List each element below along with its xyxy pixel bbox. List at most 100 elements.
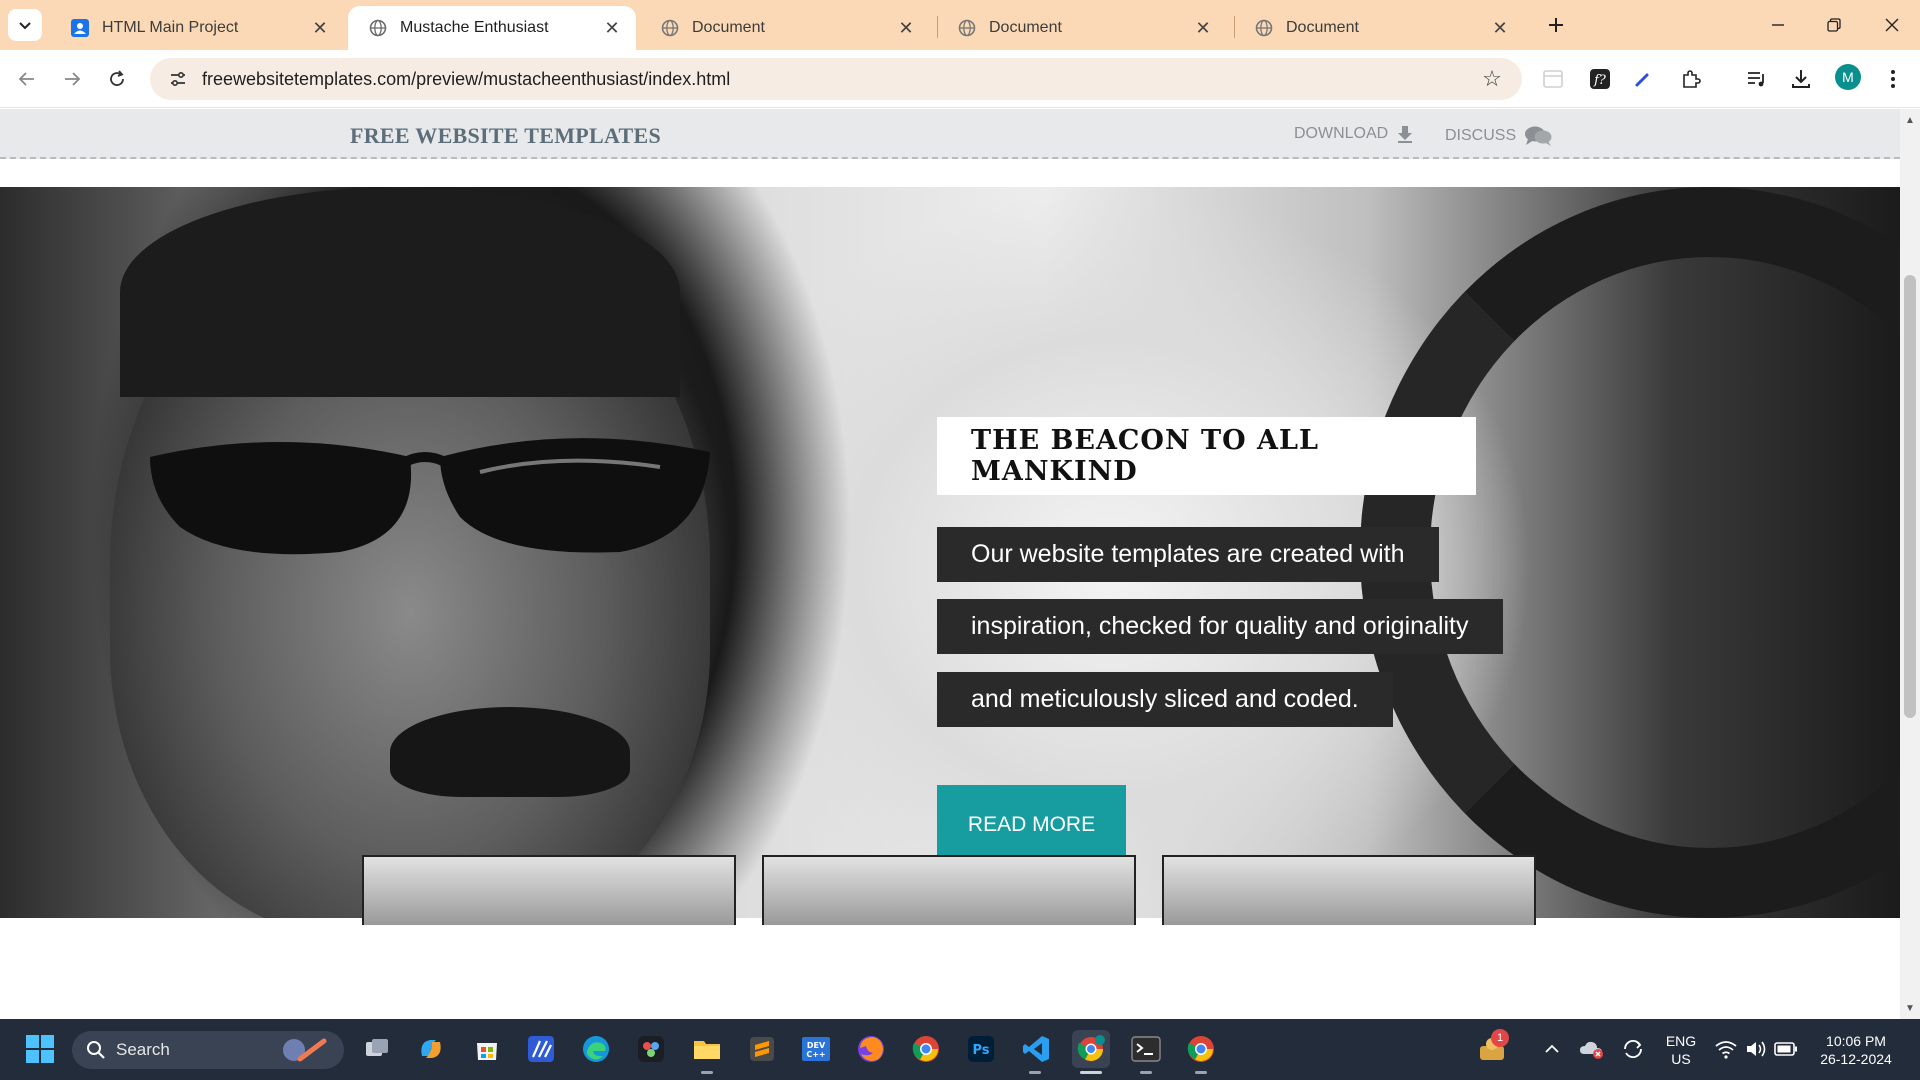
close-window-button[interactable]: [1864, 0, 1920, 50]
plus-icon: [1549, 18, 1563, 32]
sublime-text-icon[interactable]: [743, 1030, 781, 1068]
reload-button[interactable]: [100, 62, 134, 96]
thumbnail-3[interactable]: [1162, 855, 1536, 925]
chrome-icon[interactable]: [907, 1030, 945, 1068]
new-tab-button[interactable]: [1541, 10, 1571, 40]
thumbnail-2[interactable]: [762, 855, 1136, 925]
clock[interactable]: 10:06 PM 26-12-2024: [1812, 1019, 1900, 1080]
tab-html-main-project[interactable]: HTML Main Project ✕: [50, 6, 344, 50]
thumbnail-1[interactable]: [362, 855, 736, 925]
clock-time: 10:06 PM: [1826, 1032, 1886, 1049]
tab-label: HTML Main Project: [102, 19, 239, 36]
battery-icon[interactable]: [1767, 1030, 1805, 1068]
chevron-up-icon[interactable]: [1533, 1030, 1571, 1068]
powerautomate-icon[interactable]: [522, 1030, 560, 1068]
close-icon[interactable]: ✕: [1490, 18, 1510, 38]
download-link[interactable]: DOWNLOAD: [1294, 125, 1414, 143]
globe-icon: [957, 18, 977, 38]
onedrive-error-icon[interactable]: [1573, 1030, 1611, 1068]
search-icon: [87, 1041, 105, 1059]
sync-icon[interactable]: [1614, 1030, 1652, 1068]
microsoft-store-icon[interactable]: [468, 1030, 506, 1068]
tab-search-button[interactable]: [8, 9, 42, 41]
puzzle-extensions-icon[interactable]: [1676, 64, 1706, 94]
app-running-indicator: [1029, 1071, 1041, 1074]
tab-label: Document: [692, 19, 765, 36]
windows-taskbar: Search DEV C++ Ps 1 ENG US 10:06 PM 26-1…: [0, 1019, 1920, 1080]
tab-label: Mustache Enthusiast: [400, 19, 549, 36]
minimize-icon: [1772, 24, 1784, 26]
restore-icon: [1827, 18, 1841, 32]
search-label: Search: [116, 1040, 170, 1059]
font-extension-icon[interactable]: f?: [1585, 64, 1615, 94]
globe-icon: [368, 18, 388, 38]
download-icon: [1398, 126, 1413, 143]
discuss-link[interactable]: DISCUSS: [1445, 125, 1552, 147]
scroll-down-arrow[interactable]: ▼: [1904, 1001, 1916, 1015]
vscode-icon[interactable]: [1017, 1030, 1055, 1068]
address-bar[interactable]: freewebsitetemplates.com/preview/mustach…: [150, 58, 1522, 100]
chrome-icon[interactable]: [1182, 1030, 1220, 1068]
globe-icon: [660, 18, 680, 38]
app-running-indicator: [1140, 1071, 1152, 1074]
address-url[interactable]: freewebsitetemplates.com/preview/mustach…: [200, 69, 1472, 90]
download-icon[interactable]: [1786, 64, 1816, 94]
profile-avatar[interactable]: M: [1835, 64, 1861, 90]
tab-document-1[interactable]: Document ✕: [640, 6, 930, 50]
devc-icon[interactable]: DEV C++: [797, 1030, 835, 1068]
close-icon[interactable]: ✕: [310, 18, 330, 38]
tab-mustache-enthusiast[interactable]: Mustache Enthusiast ✕: [348, 6, 636, 50]
windows-start-icon[interactable]: [21, 1030, 59, 1068]
app-active-indicator: [1080, 1071, 1102, 1074]
chat-bubbles-icon: [1525, 126, 1552, 146]
site-header-bar: FREE WEBSITE TEMPLATES DOWNLOAD DISCUSS: [0, 109, 1900, 159]
task-view-icon[interactable]: [358, 1030, 396, 1068]
back-button[interactable]: [10, 62, 44, 96]
tab-strip: HTML Main Project ✕ Mustache Enthusiast …: [0, 0, 1920, 50]
read-more-button[interactable]: READ MORE: [937, 785, 1126, 865]
tab-document-2[interactable]: Document ✕: [937, 6, 1227, 50]
site-info-icon[interactable]: [156, 69, 200, 89]
tab-document-3[interactable]: Document ✕: [1234, 6, 1524, 50]
svg-text:f?: f?: [1593, 73, 1607, 88]
restore-button[interactable]: [1806, 0, 1862, 50]
tab-label: Document: [1286, 19, 1359, 36]
hero-title-box: THE BEACON TO ALL MANKIND: [937, 417, 1476, 495]
firefox-icon[interactable]: [852, 1030, 890, 1068]
language-secondary: US: [1671, 1050, 1691, 1067]
taskbar-search[interactable]: Search: [72, 1031, 344, 1069]
chevron-down-icon: [19, 22, 31, 30]
steering-wheel-shape: [1360, 187, 1900, 918]
app-running-indicator: [701, 1071, 713, 1074]
edge-icon[interactable]: [577, 1030, 615, 1068]
browser-toolbar: freewebsitetemplates.com/preview/mustach…: [0, 50, 1920, 108]
media-controls-icon[interactable]: [1742, 64, 1772, 94]
extension-icon[interactable]: [1538, 64, 1568, 94]
arrow-right-icon: [65, 72, 81, 86]
svg-text:Ps: Ps: [972, 1043, 989, 1058]
chrome-profile-icon[interactable]: [1072, 1030, 1110, 1068]
forward-button[interactable]: [55, 62, 89, 96]
arrow-left-icon: [18, 72, 34, 86]
davinci-icon[interactable]: [632, 1030, 670, 1068]
svg-text:DEV: DEV: [807, 1041, 826, 1050]
close-icon[interactable]: ✕: [1193, 18, 1213, 38]
file-explorer-icon[interactable]: [688, 1030, 726, 1068]
hero-title: THE BEACON TO ALL MANKIND: [971, 425, 1319, 487]
discuss-label: DISCUSS: [1445, 127, 1517, 144]
minimize-button[interactable]: [1750, 0, 1806, 50]
scroll-up-arrow[interactable]: ▲: [1904, 113, 1916, 127]
site-logo[interactable]: FREE WEBSITE TEMPLATES: [350, 123, 661, 149]
contacts-favicon-icon: [70, 18, 90, 38]
reload-icon: [110, 70, 124, 86]
photoshop-icon[interactable]: Ps: [962, 1030, 1000, 1068]
more-options-icon[interactable]: [1878, 64, 1908, 94]
scrollbar-thumb[interactable]: [1904, 275, 1916, 718]
bookmark-star-icon[interactable]: ☆: [1472, 66, 1512, 92]
copilot-icon[interactable]: [412, 1030, 450, 1068]
pen-extension-icon[interactable]: [1628, 64, 1658, 94]
close-icon[interactable]: ✕: [896, 18, 916, 38]
close-icon[interactable]: ✕: [602, 18, 622, 38]
language-indicator[interactable]: ENG US: [1660, 1019, 1702, 1080]
terminal-icon[interactable]: [1127, 1030, 1165, 1068]
